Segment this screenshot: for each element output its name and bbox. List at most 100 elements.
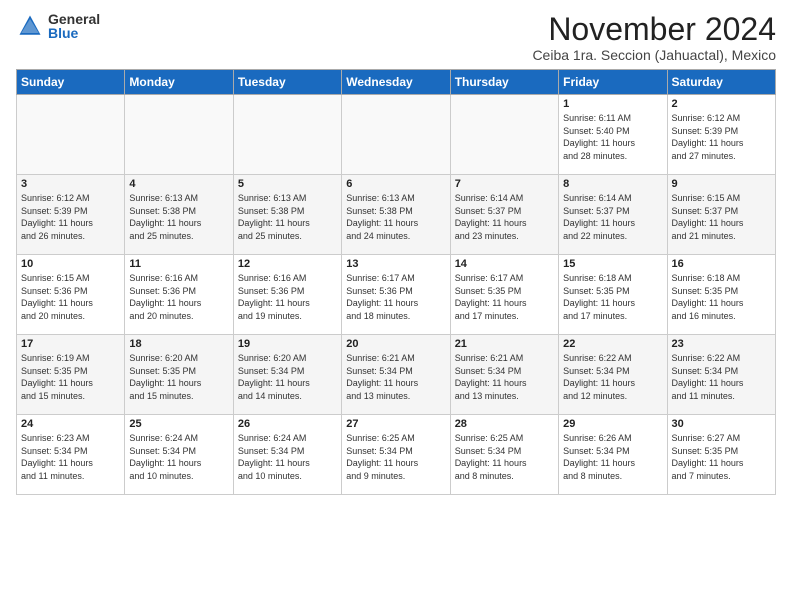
- week-row-3: 10 Sunrise: 6:15 AM Sunset: 5:36 PM Dayli…: [17, 255, 776, 335]
- day-info: Sunrise: 6:23 AM Sunset: 5:34 PM Dayligh…: [21, 432, 120, 482]
- day-cell: 4Sunrise: 6:13 AM Sunset: 5:38 PM Daylig…: [125, 175, 233, 255]
- day-info: Sunrise: 6:20 AM Sunset: 5:34 PM Dayligh…: [238, 352, 337, 402]
- day-info: Sunrise: 6:14 AM Sunset: 5:37 PM Dayligh…: [455, 192, 554, 242]
- header-day-sunday: Sunday: [17, 70, 125, 95]
- day-info: Sunrise: 6:25 AM Sunset: 5:34 PM Dayligh…: [455, 432, 554, 482]
- day-info: Sunrise: 6:13 AM Sunset: 5:38 PM Dayligh…: [346, 192, 445, 242]
- logo-general: General: [48, 12, 100, 26]
- day-cell: 21 Sunrise: 6:21 AM Sunset: 5:34 PM Dayli…: [450, 335, 558, 415]
- day-cell: 19 Sunrise: 6:20 AM Sunset: 5:34 PM Dayli…: [233, 335, 341, 415]
- day-number: 9: [672, 178, 771, 190]
- day-cell: 2 Sunrise: 6:12 AM Sunset: 5:39 PM Daylig…: [667, 95, 775, 175]
- day-cell: 28Sunrise: 6:25 AM Sunset: 5:34 PM Dayli…: [450, 415, 558, 495]
- day-number: 19: [238, 338, 337, 350]
- day-info: Sunrise: 6:11 AM Sunset: 5:40 PM Dayligh…: [563, 112, 662, 162]
- day-info: Sunrise: 6:18 AM Sunset: 5:35 PM Dayligh…: [672, 272, 771, 322]
- calendar-table: SundayMondayTuesdayWednesdayThursdayFrid…: [16, 69, 776, 495]
- day-info: Sunrise: 6:22 AM Sunset: 5:34 PM Dayligh…: [563, 352, 662, 402]
- day-number: 6: [346, 178, 445, 190]
- day-cell: 12 Sunrise: 6:16 AM Sunset: 5:36 PM Dayli…: [233, 255, 341, 335]
- day-cell: 16 Sunrise: 6:18 AM Sunset: 5:35 PM Dayli…: [667, 255, 775, 335]
- day-info: Sunrise: 6:13 AM Sunset: 5:38 PM Dayligh…: [129, 192, 228, 242]
- day-info: Sunrise: 6:24 AM Sunset: 5:34 PM Dayligh…: [238, 432, 337, 482]
- day-cell: 3Sunrise: 6:12 AM Sunset: 5:39 PM Daylig…: [17, 175, 125, 255]
- calendar-subtitle: Ceiba 1ra. Seccion (Jahuactal), Mexico: [532, 47, 776, 63]
- day-number: 10: [21, 258, 120, 270]
- header: General Blue November 2024 Ceiba 1ra. Se…: [16, 12, 776, 63]
- header-row: SundayMondayTuesdayWednesdayThursdayFrid…: [17, 70, 776, 95]
- day-info: Sunrise: 6:15 AM Sunset: 5:36 PM Dayligh…: [21, 272, 120, 322]
- header-day-wednesday: Wednesday: [342, 70, 450, 95]
- day-number: 17: [21, 338, 120, 350]
- logo: General Blue: [16, 12, 100, 40]
- day-info: Sunrise: 6:27 AM Sunset: 5:35 PM Dayligh…: [672, 432, 771, 482]
- day-cell: 10 Sunrise: 6:15 AM Sunset: 5:36 PM Dayli…: [17, 255, 125, 335]
- day-number: 5: [238, 178, 337, 190]
- day-info: Sunrise: 6:14 AM Sunset: 5:37 PM Dayligh…: [563, 192, 662, 242]
- header-day-thursday: Thursday: [450, 70, 558, 95]
- header-day-saturday: Saturday: [667, 70, 775, 95]
- day-info: Sunrise: 6:16 AM Sunset: 5:36 PM Dayligh…: [129, 272, 228, 322]
- day-info: Sunrise: 6:18 AM Sunset: 5:35 PM Dayligh…: [563, 272, 662, 322]
- day-info: Sunrise: 6:22 AM Sunset: 5:34 PM Dayligh…: [672, 352, 771, 402]
- week-row-4: 17Sunrise: 6:19 AM Sunset: 5:35 PM Dayli…: [17, 335, 776, 415]
- day-cell: [125, 95, 233, 175]
- day-info: Sunrise: 6:26 AM Sunset: 5:34 PM Dayligh…: [563, 432, 662, 482]
- day-cell: 30 Sunrise: 6:27 AM Sunset: 5:35 PM Dayli…: [667, 415, 775, 495]
- day-number: 11: [129, 258, 228, 270]
- day-number: 12: [238, 258, 337, 270]
- day-cell: 22 Sunrise: 6:22 AM Sunset: 5:34 PM Dayli…: [559, 335, 667, 415]
- day-cell: 25Sunrise: 6:24 AM Sunset: 5:34 PM Dayli…: [125, 415, 233, 495]
- day-info: Sunrise: 6:25 AM Sunset: 5:34 PM Dayligh…: [346, 432, 445, 482]
- day-info: Sunrise: 6:21 AM Sunset: 5:34 PM Dayligh…: [455, 352, 554, 402]
- day-number: 23: [672, 338, 771, 350]
- day-number: 22: [563, 338, 662, 350]
- day-cell: 1 Sunrise: 6:11 AM Sunset: 5:40 PM Daylig…: [559, 95, 667, 175]
- week-row-1: 1 Sunrise: 6:11 AM Sunset: 5:40 PM Daylig…: [17, 95, 776, 175]
- day-number: 16: [672, 258, 771, 270]
- day-cell: 24 Sunrise: 6:23 AM Sunset: 5:34 PM Dayli…: [17, 415, 125, 495]
- day-number: 21: [455, 338, 554, 350]
- day-number: 26: [238, 418, 337, 430]
- day-info: Sunrise: 6:24 AM Sunset: 5:34 PM Dayligh…: [129, 432, 228, 482]
- day-info: Sunrise: 6:16 AM Sunset: 5:36 PM Dayligh…: [238, 272, 337, 322]
- day-cell: 23 Sunrise: 6:22 AM Sunset: 5:34 PM Dayli…: [667, 335, 775, 415]
- day-cell: 26 Sunrise: 6:24 AM Sunset: 5:34 PM Dayli…: [233, 415, 341, 495]
- day-cell: 29 Sunrise: 6:26 AM Sunset: 5:34 PM Dayli…: [559, 415, 667, 495]
- day-info: Sunrise: 6:20 AM Sunset: 5:35 PM Dayligh…: [129, 352, 228, 402]
- day-cell: [233, 95, 341, 175]
- day-number: 3: [21, 178, 120, 190]
- day-cell: 14Sunrise: 6:17 AM Sunset: 5:35 PM Dayli…: [450, 255, 558, 335]
- day-number: 27: [346, 418, 445, 430]
- day-number: 24: [21, 418, 120, 430]
- day-cell: 8 Sunrise: 6:14 AM Sunset: 5:37 PM Daylig…: [559, 175, 667, 255]
- day-number: 8: [563, 178, 662, 190]
- day-cell: 13Sunrise: 6:17 AM Sunset: 5:36 PM Dayli…: [342, 255, 450, 335]
- day-cell: 15 Sunrise: 6:18 AM Sunset: 5:35 PM Dayli…: [559, 255, 667, 335]
- day-info: Sunrise: 6:12 AM Sunset: 5:39 PM Dayligh…: [672, 112, 771, 162]
- day-cell: 20Sunrise: 6:21 AM Sunset: 5:34 PM Dayli…: [342, 335, 450, 415]
- header-day-monday: Monday: [125, 70, 233, 95]
- day-number: 18: [129, 338, 228, 350]
- week-row-2: 3Sunrise: 6:12 AM Sunset: 5:39 PM Daylig…: [17, 175, 776, 255]
- day-number: 15: [563, 258, 662, 270]
- day-number: 29: [563, 418, 662, 430]
- logo-blue: Blue: [48, 26, 100, 40]
- day-cell: 9 Sunrise: 6:15 AM Sunset: 5:37 PM Daylig…: [667, 175, 775, 255]
- page: General Blue November 2024 Ceiba 1ra. Se…: [0, 0, 792, 503]
- header-day-tuesday: Tuesday: [233, 70, 341, 95]
- day-number: 1: [563, 98, 662, 110]
- title-block: November 2024 Ceiba 1ra. Seccion (Jahuac…: [532, 12, 776, 63]
- week-row-5: 24 Sunrise: 6:23 AM Sunset: 5:34 PM Dayli…: [17, 415, 776, 495]
- day-number: 14: [455, 258, 554, 270]
- day-cell: 6 Sunrise: 6:13 AM Sunset: 5:38 PM Daylig…: [342, 175, 450, 255]
- day-cell: [342, 95, 450, 175]
- day-info: Sunrise: 6:15 AM Sunset: 5:37 PM Dayligh…: [672, 192, 771, 242]
- day-cell: 5Sunrise: 6:13 AM Sunset: 5:38 PM Daylig…: [233, 175, 341, 255]
- day-number: 30: [672, 418, 771, 430]
- day-number: 20: [346, 338, 445, 350]
- day-number: 2: [672, 98, 771, 110]
- header-day-friday: Friday: [559, 70, 667, 95]
- day-cell: 11 Sunrise: 6:16 AM Sunset: 5:36 PM Dayli…: [125, 255, 233, 335]
- calendar-title: November 2024: [532, 12, 776, 47]
